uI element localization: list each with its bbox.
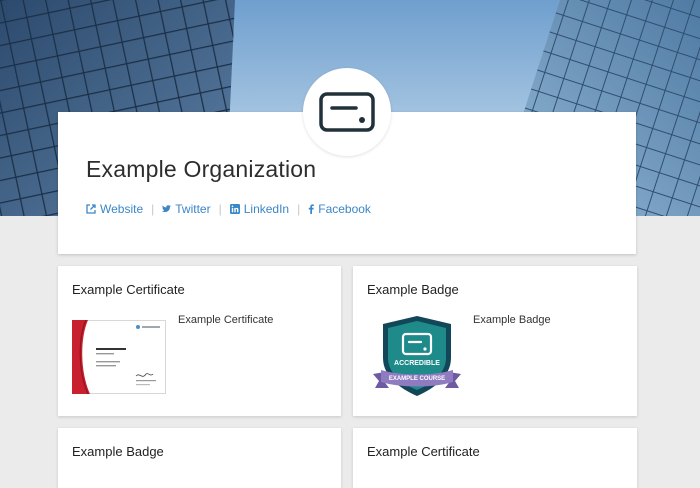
credential-title: Example Badge	[72, 444, 164, 459]
certificate-thumbnail	[72, 319, 166, 399]
facebook-link-label: Facebook	[318, 202, 371, 216]
badge-ribbon-text: ACCREDIBLE	[394, 360, 440, 367]
facebook-link[interactable]: Facebook	[308, 202, 371, 216]
credential-card[interactable]: Example Certificate	[353, 428, 637, 488]
badge-thumbnail: ACCREDIBLE EXAMPLE COURSE	[371, 314, 463, 405]
link-separator: |	[297, 202, 301, 216]
organization-links: Website | Twitter | LinkedIn | Facebook	[86, 202, 371, 216]
twitter-link[interactable]: Twitter	[162, 202, 211, 216]
organization-logo	[303, 68, 391, 156]
badge-image: ACCREDIBLE EXAMPLE COURSE	[373, 316, 461, 396]
credential-card[interactable]: Example Badge	[58, 428, 341, 488]
certificate-image	[72, 319, 166, 395]
credential-description: Example Certificate	[178, 314, 274, 326]
credential-title: Example Badge	[367, 282, 459, 297]
credential-card[interactable]: Example Certificate Example Certificate	[58, 266, 341, 416]
twitter-link-label: Twitter	[175, 202, 211, 216]
credential-title: Example Certificate	[367, 444, 480, 459]
website-link[interactable]: Website	[86, 202, 143, 216]
external-link-icon	[86, 204, 96, 214]
badge-banner-text: EXAMPLE COURSE	[389, 376, 445, 382]
credential-card-icon	[319, 92, 375, 132]
link-separator: |	[151, 202, 155, 216]
credential-description: Example Badge	[473, 314, 551, 326]
facebook-icon	[309, 204, 315, 214]
linkedin-link[interactable]: LinkedIn	[229, 202, 290, 216]
credential-title: Example Certificate	[72, 282, 185, 297]
link-separator: |	[218, 202, 222, 216]
twitter-icon	[162, 205, 172, 213]
linkedin-link-label: LinkedIn	[243, 202, 290, 216]
linkedin-icon	[229, 204, 240, 214]
organization-name: Example Organization	[86, 156, 317, 182]
credential-card[interactable]: Example Badge Example Badge ACCREDIBLE E…	[353, 266, 637, 416]
website-link-label: Website	[100, 202, 144, 216]
